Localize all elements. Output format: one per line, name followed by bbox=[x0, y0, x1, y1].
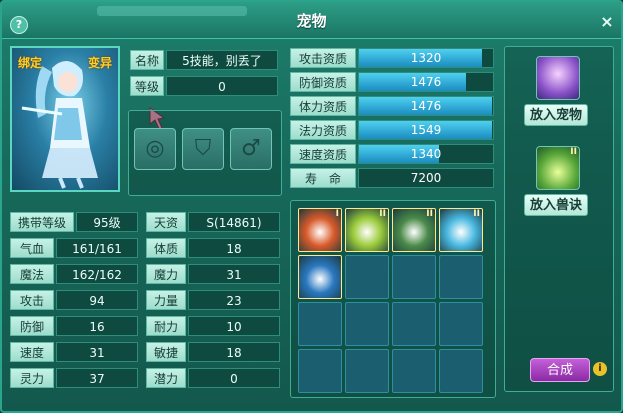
equip-slot-armor[interactable]: ⛉ bbox=[182, 128, 224, 170]
close-icon[interactable]: × bbox=[599, 14, 615, 30]
skill-level: II bbox=[379, 209, 386, 219]
stat-label: 魔法 bbox=[10, 264, 54, 284]
stat-value: 95级 bbox=[76, 212, 138, 232]
stat-label: 灵力 bbox=[10, 368, 54, 388]
stat-label: 防御 bbox=[10, 316, 54, 336]
amulet-icon: ♂ bbox=[241, 136, 261, 161]
stat-value: 37 bbox=[56, 368, 138, 388]
aptitude-bar: 1340 bbox=[358, 144, 494, 164]
aptitude-label: 防御资质 bbox=[290, 72, 356, 92]
skill-icon[interactable]: II bbox=[345, 208, 389, 252]
stat-label: 携带等级 bbox=[10, 212, 74, 232]
title-bar: ? 宠物 × bbox=[2, 2, 621, 39]
skill-slot[interactable] bbox=[439, 349, 483, 393]
pet-portrait: 绑定 变异 bbox=[10, 46, 120, 192]
aptitude-label: 寿 命 bbox=[290, 168, 356, 188]
aptitude-bar: 7200 bbox=[358, 168, 494, 188]
stat-value: 94 bbox=[56, 290, 138, 310]
skill-slot[interactable] bbox=[345, 349, 389, 393]
skill-slot[interactable] bbox=[345, 255, 389, 299]
aptitude-label: 体力资质 bbox=[290, 96, 356, 116]
name-value[interactable]: 5技能，别丢了 bbox=[166, 50, 278, 70]
stat-value: 23 bbox=[188, 290, 280, 310]
aptitude-bar: 1476 bbox=[358, 96, 494, 116]
aptitude-value: 1320 bbox=[410, 51, 442, 65]
stat-value: 162/162 bbox=[56, 264, 138, 284]
skill-slot[interactable] bbox=[439, 302, 483, 346]
stat-value: S(14861) bbox=[188, 212, 280, 232]
armor-icon: ⛉ bbox=[194, 136, 212, 161]
aptitude-bar: 1320 bbox=[358, 48, 494, 68]
stat-label: 攻击 bbox=[10, 290, 54, 310]
skill-slot[interactable] bbox=[392, 255, 436, 299]
skill-slot[interactable] bbox=[392, 302, 436, 346]
aptitude-value: 1476 bbox=[410, 75, 442, 89]
pet-avatar-icon[interactable] bbox=[536, 56, 580, 100]
stat-value: 0 bbox=[188, 368, 280, 388]
aptitude-label: 速度资质 bbox=[290, 144, 356, 164]
stat-label: 气血 bbox=[10, 238, 54, 258]
stat-label: 耐力 bbox=[146, 316, 186, 336]
stat-value: 18 bbox=[188, 342, 280, 362]
stat-value: 18 bbox=[188, 238, 280, 258]
add-pet-button[interactable]: 放入宠物 bbox=[524, 104, 588, 126]
aptitude-label: 攻击资质 bbox=[290, 48, 356, 68]
collar-icon: ◎ bbox=[145, 136, 165, 161]
equip-slot-collar[interactable]: ◎ bbox=[134, 128, 176, 170]
skill-icon[interactable]: I bbox=[298, 208, 342, 252]
name-label: 名称 bbox=[130, 50, 164, 70]
aptitude-value: 1476 bbox=[410, 99, 442, 113]
stat-value: 161/161 bbox=[56, 238, 138, 258]
aptitude-bar: 1476 bbox=[358, 72, 494, 92]
info-icon[interactable]: i bbox=[593, 362, 607, 376]
stat-label: 敏捷 bbox=[146, 342, 186, 362]
skill-slot[interactable] bbox=[298, 302, 342, 346]
beast-book-icon[interactable]: II bbox=[536, 146, 580, 190]
level-label: 等级 bbox=[130, 76, 164, 96]
window-title: 宠物 bbox=[296, 12, 327, 30]
stat-label: 潜力 bbox=[146, 368, 186, 388]
aptitude-label: 法力资质 bbox=[290, 120, 356, 140]
skill-icon[interactable]: II bbox=[392, 208, 436, 252]
skill-slot[interactable] bbox=[439, 255, 483, 299]
skill-slot[interactable] bbox=[345, 302, 389, 346]
aptitude-value: 1340 bbox=[410, 147, 442, 161]
stat-value: 31 bbox=[188, 264, 280, 284]
equip-slot-amulet[interactable]: ♂ bbox=[230, 128, 272, 170]
add-book-button[interactable]: 放入兽诀 bbox=[524, 194, 588, 216]
level-value: 0 bbox=[166, 76, 278, 96]
skill-level: II bbox=[473, 209, 480, 219]
mutant-tag: 变异 bbox=[87, 56, 112, 70]
skill-icon[interactable]: II bbox=[439, 208, 483, 252]
aptitude-value: 1549 bbox=[410, 123, 442, 137]
skill-slot[interactable] bbox=[298, 349, 342, 393]
stat-value: 31 bbox=[56, 342, 138, 362]
combine-button[interactable]: 合成 bbox=[530, 358, 590, 382]
book-level: II bbox=[570, 147, 577, 157]
stat-label: 速度 bbox=[10, 342, 54, 362]
skill-level: II bbox=[426, 209, 433, 219]
bound-tag: 绑定 bbox=[18, 56, 43, 70]
skill-slot[interactable] bbox=[392, 349, 436, 393]
stat-value: 16 bbox=[56, 316, 138, 336]
aptitude-value: 7200 bbox=[410, 171, 442, 185]
skill-level: I bbox=[335, 209, 339, 219]
stat-label: 力量 bbox=[146, 290, 186, 310]
skill-icon[interactable] bbox=[298, 255, 342, 299]
stat-label: 魔力 bbox=[146, 264, 186, 284]
stat-value: 10 bbox=[188, 316, 280, 336]
stat-label: 天资 bbox=[146, 212, 186, 232]
aptitude-bar: 1549 bbox=[358, 120, 494, 140]
stat-label: 体质 bbox=[146, 238, 186, 258]
